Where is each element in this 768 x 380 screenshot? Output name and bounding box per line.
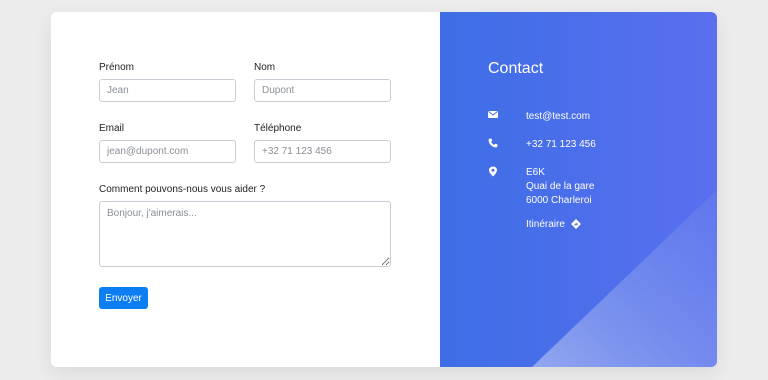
contact-title: Contact — [488, 60, 544, 77]
last-name-label: Nom — [254, 62, 276, 73]
phone-icon — [488, 138, 498, 148]
contact-email: test@test.com — [526, 111, 591, 122]
email-input[interactable] — [99, 140, 236, 163]
contact-info-panel: Contact test@test.com +32 71 123 456 E6K… — [440, 12, 717, 367]
email-label: Email — [99, 123, 125, 134]
directions-icon — [570, 219, 581, 232]
address-line-3: 6000 Charleroi — [526, 195, 592, 206]
address-line-1: E6K — [526, 167, 545, 178]
contact-form: Prénom Nom Email Téléphone Comment pouvo… — [51, 12, 440, 367]
first-name-input[interactable] — [99, 79, 236, 102]
directions-link[interactable]: Itinéraire — [526, 219, 581, 232]
map-pin-icon — [488, 166, 498, 177]
envelope-icon — [488, 110, 498, 120]
first-name-label: Prénom — [99, 62, 135, 73]
contact-phone: +32 71 123 456 — [526, 139, 596, 150]
message-textarea[interactable] — [99, 201, 391, 267]
phone-label: Téléphone — [254, 123, 302, 134]
phone-input[interactable] — [254, 140, 391, 163]
contact-card: Prénom Nom Email Téléphone Comment pouvo… — [51, 12, 717, 367]
send-button[interactable]: Envoyer — [99, 287, 148, 309]
address-line-2: Quai de la gare — [526, 181, 595, 192]
directions-label: Itinéraire — [526, 219, 565, 230]
last-name-input[interactable] — [254, 79, 391, 102]
message-label: Comment pouvons-nous vous aider ? — [99, 184, 266, 195]
